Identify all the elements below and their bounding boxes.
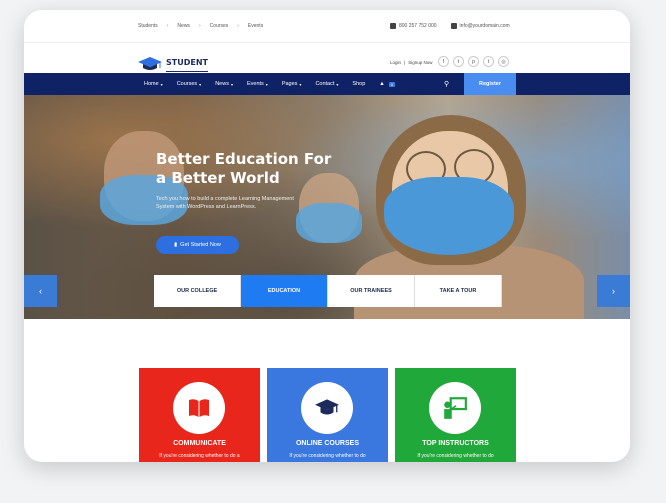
get-started-button[interactable]: ▮ Get Started Now [156, 236, 239, 254]
nav-item-home[interactable]: Home ▾ [144, 81, 163, 87]
card-top-instructors[interactable]: TOP INSTRUCTORS If you're considering wh… [395, 368, 516, 462]
chevron-right-icon: › [612, 286, 615, 296]
top-link-courses[interactable]: Courses [210, 23, 229, 29]
chevron-down-icon: ▾ [230, 81, 233, 87]
social-links: f t p t ◎ [438, 56, 509, 67]
nav-label: Events [246, 81, 264, 87]
hero-image-mask-middle [296, 203, 362, 243]
shopping-bag-icon: ▲ [379, 81, 385, 87]
pinterest-icon[interactable]: p [468, 56, 479, 67]
card-communicate[interactable]: COMMUNICATE If you're considering whethe… [139, 368, 260, 462]
graduation-cap-icon [301, 382, 353, 434]
signup-link[interactable]: Signup Now [408, 60, 432, 65]
tumblr-icon[interactable]: t [483, 56, 494, 67]
hero-tabs: OUR COLLEGE EDUCATION OUR TRAINEES TAKE … [154, 275, 502, 307]
email-address: info@yourdomain.com [459, 23, 510, 29]
auth-links: Login | Signup Now [390, 60, 432, 65]
tab-our-college[interactable]: OUR COLLEGE [154, 275, 241, 307]
book-icon [173, 382, 225, 434]
graduation-cap-logo-icon [138, 57, 162, 70]
nav-label: Home [144, 81, 159, 87]
phone-number: 800 257 752 000 [399, 23, 437, 29]
card-title: ONLINE COURSES [295, 440, 359, 447]
top-link-students[interactable]: Students [138, 23, 158, 29]
cart-button[interactable]: ▲ 0 [379, 81, 395, 87]
feature-cards: COMMUNICATE If you're considering whethe… [139, 368, 516, 462]
top-bar: Students › News › Courses › Events 800 2… [24, 10, 630, 42]
tab-take-a-tour[interactable]: TAKE A TOUR [415, 275, 502, 307]
hero-title: Better Education For a Better World [156, 150, 332, 187]
phone-contact[interactable]: 800 257 752 000 [390, 23, 437, 29]
nav-item-events[interactable]: Events ▾ [247, 81, 268, 87]
chevron-down-icon: ▾ [199, 81, 202, 87]
nav-label: Pages [281, 81, 298, 87]
contact-info: 800 257 752 000 info@yourdomain.com [390, 23, 510, 29]
card-title: COMMUNICATE [173, 440, 226, 447]
get-started-label: Get Started Now [180, 242, 221, 248]
book-icon: ▮ [174, 242, 178, 248]
hero-slider: Better Education For a Better World Tech… [24, 95, 630, 319]
cart-count-badge: 0 [388, 81, 395, 87]
card-title: TOP INSTRUCTORS [422, 440, 489, 447]
card-description: If you're considering whether to do a [159, 453, 240, 459]
top-links: Students › News › Courses › Events [138, 23, 263, 29]
chevron-down-icon: ▾ [265, 81, 268, 87]
separator-icon: › [198, 23, 201, 29]
slider-prev-button[interactable]: ‹ [24, 275, 57, 307]
separator-icon: › [237, 23, 239, 29]
card-description: If you're considering whether to do [417, 453, 494, 459]
nav-item-shop[interactable]: Shop [352, 81, 365, 87]
auth-separator: | [404, 60, 406, 65]
chevron-down-icon: ▾ [160, 81, 163, 87]
nav-item-courses[interactable]: Courses ▾ [177, 81, 202, 87]
search-icon[interactable]: ⚲ [444, 80, 449, 88]
register-button[interactable]: Register [464, 73, 516, 95]
envelope-icon [450, 23, 457, 29]
nav-label: Shop [352, 81, 366, 87]
hero-image-girl-mask [384, 177, 514, 255]
facebook-icon[interactable]: f [438, 56, 449, 67]
card-online-courses[interactable]: ONLINE COURSES If you're considering whe… [267, 368, 388, 462]
chevron-down-icon: ▾ [299, 81, 302, 87]
chevron-down-icon: ▾ [336, 81, 339, 87]
nav-label: News [215, 81, 229, 87]
tab-our-trainees[interactable]: OUR TRAINEES [328, 275, 415, 307]
nav-label: Courses [176, 81, 198, 87]
slider-next-button[interactable]: › [597, 275, 630, 307]
site-header: STUDENT SINCE 2019 Login | Signup Now f … [24, 42, 630, 76]
hero-description: Tech you how to build a complete Learnin… [156, 196, 294, 210]
browser-frame: Students › News › Courses › Events 800 2… [24, 10, 630, 462]
top-link-news[interactable]: News [177, 23, 190, 29]
phone-icon [390, 23, 396, 29]
card-description: If you're considering whether to do [289, 453, 366, 459]
top-link-events[interactable]: Events [248, 23, 263, 29]
chevron-left-icon: ‹ [39, 286, 42, 296]
nav-item-pages[interactable]: Pages ▾ [282, 81, 302, 87]
logo-text: STUDENT [166, 58, 208, 67]
nav-item-contact[interactable]: Contact ▾ [315, 81, 338, 87]
nav-label: Contact [315, 81, 335, 87]
twitter-icon[interactable]: t [453, 56, 464, 67]
tab-education[interactable]: EDUCATION [241, 275, 328, 307]
email-contact[interactable]: info@yourdomain.com [450, 23, 510, 29]
instructor-board-icon [429, 382, 481, 434]
nav-item-news[interactable]: News ▾ [215, 81, 233, 87]
login-link[interactable]: Login [390, 60, 401, 65]
instagram-icon[interactable]: ◎ [498, 56, 509, 67]
main-nav: Home ▾ Courses ▾ News ▾ Events ▾ Pages ▾ Cont… [24, 73, 630, 95]
separator-icon: › [166, 23, 169, 29]
